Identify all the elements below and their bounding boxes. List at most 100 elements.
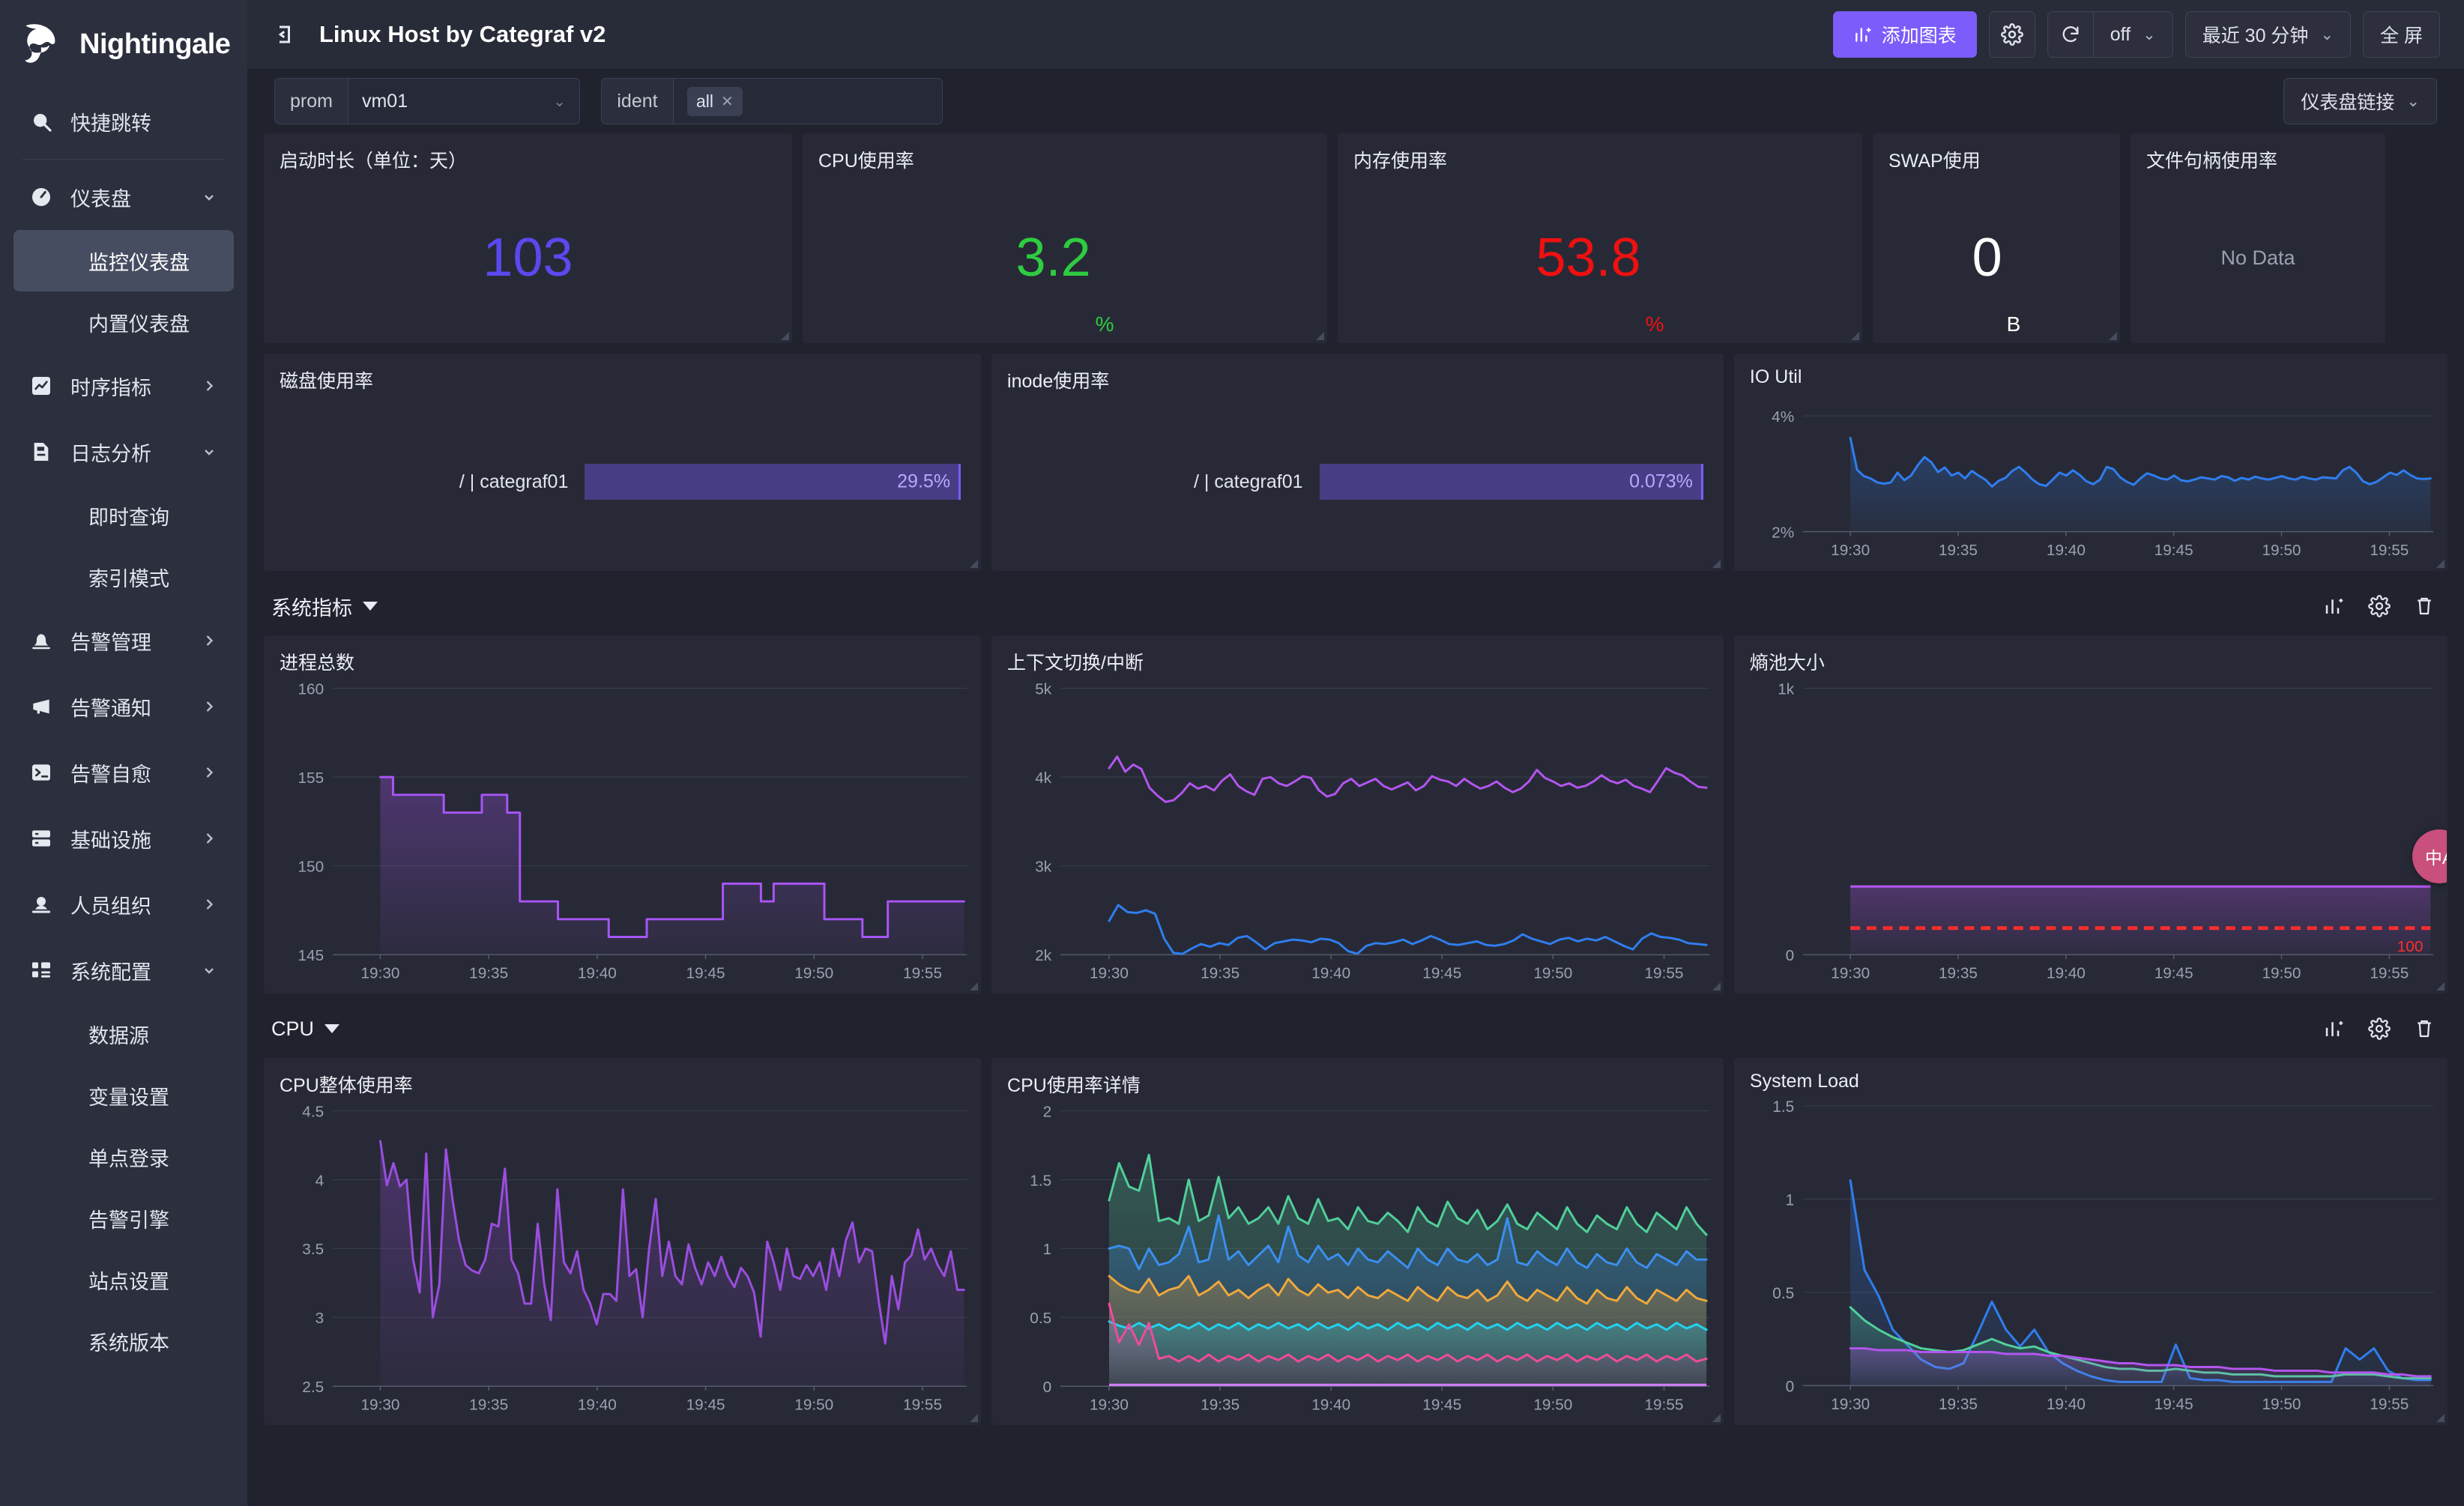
chart-panel-io-util[interactable]: IO Util 2% 4% 19:30 19:35 19:40 19:45 19:50 19:5… [1733,354,2448,571]
svg-text:0.5: 0.5 [1030,1310,1051,1327]
stat-value: 3.2 [1015,228,1091,288]
sidebar-subitem-2[interactable]: 监控仪表盘 [13,230,234,291]
panel-body: 0B [1873,173,2119,342]
chevron-right-icon[interactable] [201,830,217,847]
chart-panel-cpu-overall[interactable]: CPU整体使用率 2.5 3 3.5 4 4.5 19:30 19:35 19:40 19:45 1… [264,1058,982,1425]
chevron-right-icon[interactable] [201,896,217,913]
variable-prom-select[interactable]: vm01 ⌄ [347,78,580,124]
chevron-right-icon[interactable] [201,378,217,394]
main-area: Linux Host by Categraf v2 添加图表 off ⌄ 最近 … [247,0,2464,1506]
sidebar-item-4[interactable]: 时序指标 [0,353,247,419]
brand[interactable]: Nightingale [0,0,247,88]
stat-panel-4[interactable]: 文件句柄使用率 No Data [2131,133,2385,343]
variable-ident-select[interactable]: all ✕ [672,78,943,124]
chevron-right-icon[interactable] [201,632,217,649]
sidebar-item-13[interactable]: 系统配置 [0,937,247,1003]
fullscreen-button[interactable]: 全 屏 [2363,11,2440,58]
sidebar-item-11[interactable]: 基础设施 [0,805,247,871]
svg-text:19:40: 19:40 [2047,965,2086,982]
chevron-right-icon[interactable] [201,764,217,781]
svg-text:19:50: 19:50 [2262,1396,2301,1413]
svg-text:0: 0 [1786,1378,1795,1395]
trash-icon[interactable] [2412,593,2437,619]
sidebar-item-8[interactable]: 告警管理 [0,608,247,674]
sidebar-subitem-7[interactable]: 索引模式 [13,546,234,608]
svg-text:19:30: 19:30 [360,965,399,982]
svg-text:19:55: 19:55 [903,1397,942,1414]
sidebar-item-0[interactable]: 快捷跳转 [0,88,247,154]
sidebar-item-label: 时序指标 [70,376,151,399]
svg-text:3.5: 3.5 [302,1241,324,1258]
stat-panel-2[interactable]: 内存使用率 53.8% [1338,133,1862,343]
close-icon[interactable]: ✕ [721,92,734,111]
add-chart-icon[interactable] [2322,1016,2347,1041]
panel-title: SWAP使用 [1888,151,1981,172]
refresh-button[interactable] [2047,11,2094,58]
dashboard-settings-button[interactable] [1988,11,2035,58]
variable-prom: prom vm01 ⌄ [274,78,580,124]
refresh-interval-select[interactable]: off ⌄ [2093,11,2173,58]
svg-text:19:55: 19:55 [1645,965,1684,982]
sidebar-subitem-14[interactable]: 数据源 [13,1003,234,1065]
gear-icon[interactable] [2367,593,2392,619]
chevron-down-icon[interactable] [201,189,217,205]
svg-text:19:40: 19:40 [578,965,617,982]
sidebar-item-1[interactable]: 仪表盘 [0,164,247,230]
stats-row: 启动时长（单位：天） 103 CPU使用率 3.2% 内存使用率 53.8% SWAP使用 0… [264,133,2448,343]
bargauge-panel-1[interactable]: inode使用率 / | categraf01 0.073% [991,354,1724,571]
sidebar-item-12[interactable]: 人员组织 [0,871,247,937]
trash-icon[interactable] [2412,1016,2437,1041]
add-chart-icon[interactable] [2322,593,2347,619]
variable-prom-label: prom [274,78,348,124]
chart-panel-process-total[interactable]: 进程总数 145 150 155 160 19:30 19:35 19:40 19:45 19:5… [264,635,982,994]
sidebar-item-label: 告警通知 [70,697,151,720]
sidebar-subitem-6[interactable]: 即时查询 [13,485,234,546]
svg-text:19:40: 19:40 [1311,1397,1350,1414]
chevron-right-icon[interactable] [201,698,217,715]
sidebar-item-10[interactable]: 告警自愈 [0,740,247,805]
sidebar-subitem-19[interactable]: 系统版本 [13,1310,234,1372]
chart-panel-context-switch[interactable]: 上下文切换/中断 2k 3k 4k 5k 19:30 19:35 19:40 19:45 19:5… [991,635,1724,994]
panel-title: 文件句柄使用率 [2146,151,2278,172]
chevron-down-icon[interactable] [201,962,217,979]
stat-panel-0[interactable]: 启动时长（单位：天） 103 [264,133,792,343]
sidebar-item-5[interactable]: 日志分析 [0,419,247,485]
section-title-system-label: 系统指标 [271,596,352,620]
chevron-down-icon[interactable] [201,444,217,460]
time-range-select[interactable]: 最近 30 分钟 ⌄ [2184,11,2352,58]
stat-value: 103 [483,228,573,288]
chart-panel-entropy-pool[interactable]: 熵池大小 0 1k 19:30 19:35 19:40 19:45 19:50 19:55 100… [1733,635,2448,994]
add-chart-button[interactable]: 添加图表 [1832,11,1977,58]
time-range-value: 最近 30 分钟 [2202,25,2309,46]
sidebar-subitem-18[interactable]: 站点设置 [13,1249,234,1310]
variable-ident-tag[interactable]: all ✕ [686,86,743,116]
chart-panel-cpu-detail[interactable]: CPU使用率详情 0 0.5 1 1.5 2 19:30 19:35 19:40 19:45 19:… [991,1058,1724,1425]
bird-logo-icon [25,24,55,63]
variable-prom-value: vm01 [361,90,408,112]
svg-text:3: 3 [315,1310,324,1327]
svg-text:160: 160 [298,681,324,698]
sidebar-subitem-3[interactable]: 内置仪表盘 [13,291,234,353]
section-title-system[interactable]: 系统指标 [271,592,378,621]
stat-panel-1[interactable]: CPU使用率 3.2% [803,133,1327,343]
sidebar-subitem-17[interactable]: 告警引擎 [13,1188,234,1249]
gear-icon[interactable] [2367,1016,2392,1041]
stat-unit: B [2006,312,2021,336]
sidebar-item-label: 系统版本 [88,1331,169,1355]
dashboard-links-button[interactable]: 仪表盘链接 ⌄ [2283,78,2437,124]
bargauge-panel-0[interactable]: 磁盘使用率 / | categraf01 29.5% [264,354,982,571]
section-title-cpu[interactable]: CPU [271,1017,340,1041]
chart-panel-system-load[interactable]: System Load 0 0.5 1 1.5 19:30 19:35 19:40 19:45 1… [1733,1058,2448,1425]
sidebar-nav: 快捷跳转仪表盘 监控仪表盘 内置仪表盘时序指标日志分析 即时查询 索引模式 告警管理告警通… [0,88,247,1499]
sidebar-subitem-15[interactable]: 变量设置 [13,1065,234,1126]
search-icon [28,109,54,134]
sidebar-item-9[interactable]: 告警通知 [0,674,247,740]
stat-panel-3[interactable]: SWAP使用 0 B [1873,133,2120,343]
cpu-charts-row: CPU整体使用率 2.5 3 3.5 4 4.5 19:30 19:35 19:40 19:45 1… [264,1058,2448,1425]
section-title-cpu-label: CPU [271,1017,315,1040]
svg-text:19:30: 19:30 [1090,965,1129,982]
sidebar-subitem-16[interactable]: 单点登录 [13,1126,234,1188]
panel-title: 熵池大小 [1749,653,1825,674]
svg-text:19:30: 19:30 [1831,542,1870,559]
collapse-sidebar-icon[interactable] [274,22,300,47]
